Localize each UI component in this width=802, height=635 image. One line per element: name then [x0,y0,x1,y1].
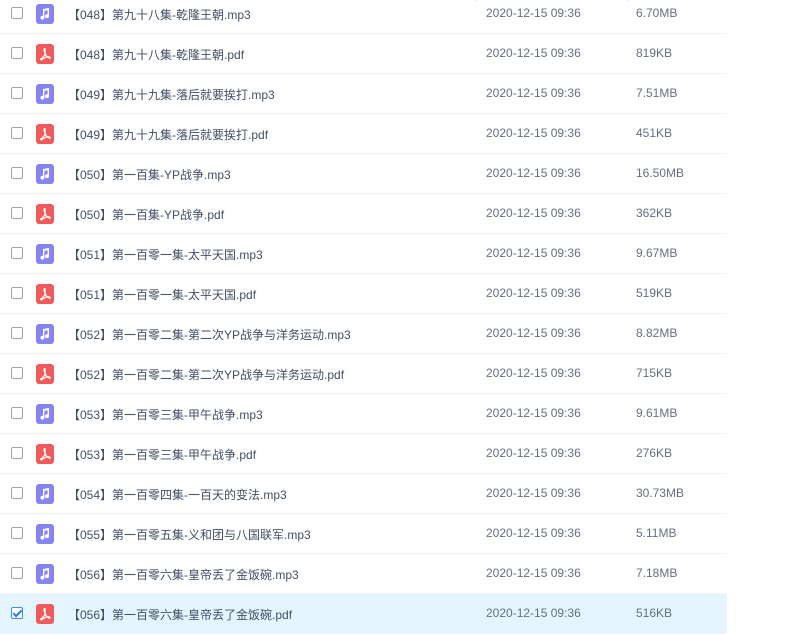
file-row[interactable]: 【056】第一百零六集-皇帝丢了金饭碗.mp3 2020-12-15 09:36… [0,554,727,594]
pdf-icon [36,44,54,64]
file-size: 715KB [636,366,673,380]
file-modified-date: 2020-12-15 09:36 [486,326,581,340]
row-checkbox[interactable] [11,607,23,619]
file-name[interactable]: 【048】第九十八集-乾隆王朝.mp3 [68,6,251,23]
row-checkbox[interactable] [11,127,23,139]
file-name[interactable]: 【052】第一百零二集-第二次YP战争与洋务运动.pdf [68,366,344,383]
music-note-icon [36,84,54,104]
pdf-icon [36,124,54,144]
file-modified-date: 2020-12-15 09:36 [486,6,581,20]
file-modified-date: 2020-12-15 09:36 [486,446,581,460]
row-checkbox[interactable] [11,287,23,299]
pdf-icon [36,284,54,304]
row-checkbox[interactable] [11,87,23,99]
file-row[interactable]: 【049】第九十九集-落后就要挨打.mp3 2020-12-15 09:36 7… [0,74,727,114]
file-size: 9.61MB [636,406,678,420]
music-note-icon [36,524,54,544]
file-size: 9.67MB [636,246,678,260]
file-list: 【048】第九十八集-乾隆王朝.mp3 2020-12-15 09:36 6.7… [0,0,802,634]
file-size: 6.70MB [636,6,678,20]
music-note-icon [36,484,54,504]
file-size: 30.73MB [636,486,685,500]
file-modified-date: 2020-12-15 09:36 [486,526,581,540]
file-rows: 【048】第九十八集-乾隆王朝.mp3 2020-12-15 09:36 6.7… [0,0,802,634]
file-name[interactable]: 【049】第九十九集-落后就要挨打.pdf [68,126,268,143]
file-modified-date: 2020-12-15 09:36 [486,46,581,60]
music-note-icon [36,564,54,584]
row-checkbox[interactable] [11,47,23,59]
file-size: 8.82MB [636,326,678,340]
pdf-icon [36,364,54,384]
row-checkbox[interactable] [11,327,23,339]
file-modified-date: 2020-12-15 09:36 [486,366,581,380]
file-row[interactable]: 【050】第一百集-YP战争.mp3 2020-12-15 09:36 16.5… [0,154,727,194]
file-name[interactable]: 【050】第一百集-YP战争.pdf [68,206,224,223]
file-name[interactable]: 【053】第一百零三集-甲午战争.mp3 [68,406,263,423]
file-row[interactable]: 【048】第九十八集-乾隆王朝.mp3 2020-12-15 09:36 6.7… [0,0,727,34]
file-size: 451KB [636,126,673,140]
pdf-icon [36,204,54,224]
file-modified-date: 2020-12-15 09:36 [486,126,581,140]
row-checkbox[interactable] [11,407,23,419]
pdf-icon [36,604,54,624]
row-checkbox[interactable] [11,527,23,539]
file-modified-date: 2020-12-15 09:36 [486,206,581,220]
file-row[interactable]: 【054】第一百零四集-一百天的变法.mp3 2020-12-15 09:36 … [0,474,727,514]
file-name[interactable]: 【051】第一百零一集-太平天国.mp3 [68,246,263,263]
file-modified-date: 2020-12-15 09:36 [486,166,581,180]
file-modified-date: 2020-12-15 09:36 [486,566,581,580]
music-note-icon [36,324,54,344]
music-note-icon [36,244,54,264]
file-name[interactable]: 【050】第一百集-YP战争.mp3 [68,166,231,183]
file-modified-date: 2020-12-15 09:36 [486,606,581,620]
file-modified-date: 2020-12-15 09:36 [486,286,581,300]
file-row[interactable]: 【049】第九十九集-落后就要挨打.pdf 2020-12-15 09:36 4… [0,114,727,154]
file-modified-date: 2020-12-15 09:36 [486,246,581,260]
file-name[interactable]: 【056】第一百零六集-皇帝丢了金饭碗.mp3 [68,566,299,583]
file-name[interactable]: 【048】第九十八集-乾隆王朝.pdf [68,46,244,63]
file-row[interactable]: 【053】第一百零三集-甲午战争.mp3 2020-12-15 09:36 9.… [0,394,727,434]
file-row[interactable]: 【051】第一百零一集-太平天国.mp3 2020-12-15 09:36 9.… [0,234,727,274]
file-row[interactable]: 【052】第一百零二集-第二次YP战争与洋务运动.mp3 2020-12-15 … [0,314,727,354]
file-name[interactable]: 【056】第一百零六集-皇帝丢了金饭碗.pdf [68,606,292,623]
file-size: 276KB [636,446,673,460]
music-note-icon [36,164,54,184]
row-checkbox[interactable] [11,447,23,459]
file-modified-date: 2020-12-15 09:36 [486,86,581,100]
file-row[interactable]: 【056】第一百零六集-皇帝丢了金饭碗.pdf 2020-12-15 09:36… [0,594,727,634]
file-row[interactable]: 【055】第一百零五集-义和团与八国联军.mp3 2020-12-15 09:3… [0,514,727,554]
pdf-icon [36,444,54,464]
file-size: 819KB [636,46,673,60]
file-row[interactable]: 【051】第一百零一集-太平天国.pdf 2020-12-15 09:36 51… [0,274,727,314]
row-checkbox[interactable] [11,567,23,579]
row-checkbox[interactable] [11,367,23,379]
row-checkbox[interactable] [11,487,23,499]
file-name[interactable]: 【054】第一百零四集-一百天的变法.mp3 [68,486,287,503]
music-note-icon [36,404,54,424]
file-size: 7.51MB [636,86,678,100]
file-name[interactable]: 【055】第一百零五集-义和团与八国联军.mp3 [68,526,311,543]
file-name[interactable]: 【051】第一百零一集-太平天国.pdf [68,286,256,303]
file-name[interactable]: 【052】第一百零二集-第二次YP战争与洋务运动.mp3 [68,326,351,343]
file-size: 516KB [636,606,673,620]
row-checkbox[interactable] [11,207,23,219]
row-checkbox[interactable] [11,167,23,179]
file-size: 362KB [636,206,673,220]
row-checkbox[interactable] [11,7,23,19]
file-name[interactable]: 【053】第一百零三集-甲午战争.pdf [68,446,256,463]
file-size: 7.18MB [636,566,678,580]
file-size: 519KB [636,286,673,300]
music-note-icon [36,4,54,24]
row-checkbox[interactable] [11,247,23,259]
file-size: 5.11MB [636,526,677,540]
file-modified-date: 2020-12-15 09:36 [486,486,581,500]
file-modified-date: 2020-12-15 09:36 [486,406,581,420]
file-row[interactable]: 【053】第一百零三集-甲午战争.pdf 2020-12-15 09:36 27… [0,434,727,474]
file-size: 16.50MB [636,166,685,180]
file-row[interactable]: 【048】第九十八集-乾隆王朝.pdf 2020-12-15 09:36 819… [0,34,727,74]
file-name[interactable]: 【049】第九十九集-落后就要挨打.mp3 [68,86,275,103]
file-row[interactable]: 【052】第一百零二集-第二次YP战争与洋务运动.pdf 2020-12-15 … [0,354,727,394]
file-row[interactable]: 【050】第一百集-YP战争.pdf 2020-12-15 09:36 362K… [0,194,727,234]
